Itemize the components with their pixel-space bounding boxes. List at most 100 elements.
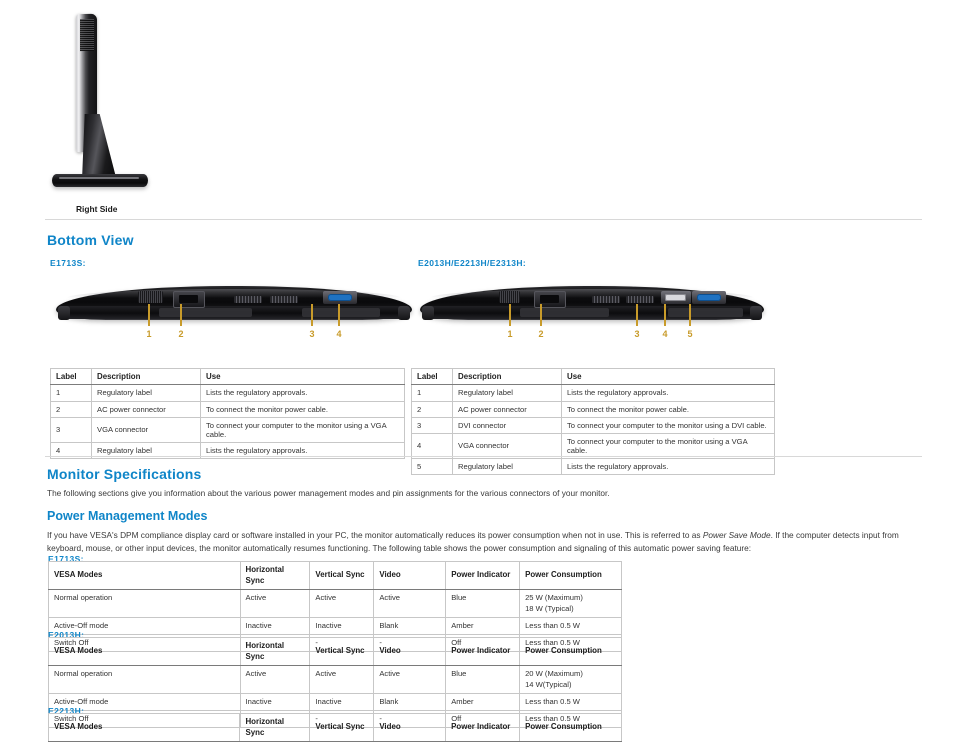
leader-line-4 [664,304,666,326]
table-cell: 2 [411,400,453,418]
callout-number-5: 5 [687,329,693,339]
table-row: Normal operation Active Active Active Blue 25… [48,589,622,618]
table-cell: Active [309,589,375,618]
table-cell: To connect the monitor power cable. [200,400,405,418]
table-cell: Active [309,665,375,694]
table-cell: VGA connector [452,432,562,460]
callout-number-4: 4 [662,329,668,339]
power-management-modes-heading: Power Management Modes [47,509,208,523]
vent-grille [137,291,163,303]
regulatory-label-area-4 [301,308,380,317]
table-row: 4 VGA connector To connect your computer t… [411,432,775,460]
leader-line-5 [689,304,691,326]
callout-number-2: 2 [538,329,544,339]
connector-strip-a [592,296,620,303]
table-cell: Regulatory label [452,384,562,402]
table-row: Normal operation Active Active Active Blue 20… [48,665,622,694]
table-row: 2 AC power connector To connect the monito… [411,400,775,418]
leader-line-1 [509,304,511,326]
table-row: 1 Regulatory label Lists the regulatory ap… [411,384,775,402]
table-cell: To connect your computer to the monitor … [200,416,405,443]
ac-power-connector [173,291,206,308]
table-row: 1 Regulatory label Lists the regulatory ap… [50,384,405,402]
column-header-use: Use [561,367,775,386]
column-header-power-indicator: Power Indicator [445,636,521,667]
monitor-vents [80,18,94,52]
dvi-connector [660,291,691,304]
monitor-bottom-image-e1713s [56,286,412,328]
power-management-intro: If you have VESA's DPM compliance displa… [47,529,927,555]
table-cell: 2 [50,400,92,418]
section-divider-top [45,219,922,220]
column-header-video: Video [373,636,447,667]
column-header-horizontal-sync: Horizontal Sync [239,560,311,591]
table-cell: DVI connector [452,416,562,434]
table-cell: Normal operation [48,665,241,694]
leader-line-3 [636,304,638,326]
table-cell: Less than 0.5 W [519,616,622,636]
leader-line-2 [180,304,182,326]
table-row: 3 DVI connector To connect your computer t… [411,416,775,434]
monitor-stand-neck [82,114,116,180]
section-divider-specs [45,456,922,457]
table-cell: Lists the regulatory approvals. [561,458,775,476]
table-header-row: VESA Modes Horizontal Sync Vertical Sync Vi… [48,560,622,591]
right-side-view-block: Right Side [0,0,954,222]
power-intro-part-1: If you have VESA's DPM compliance displa… [47,530,703,540]
bottom-view-heading: Bottom View [47,232,134,248]
table-cell: Lists the regulatory approvals. [200,384,405,402]
table-cell: Amber [445,692,521,712]
table-cell: 1 [50,384,92,402]
table-cell: Active [239,665,311,694]
callout-number-4: 4 [336,329,342,339]
table-cell: 4 [411,432,453,460]
table-cell: Blue [445,665,521,694]
column-header-vesa-modes: VESA Modes [48,560,241,591]
table-cell: AC power connector [452,400,562,418]
right-side-caption: Right Side [76,204,118,214]
table-cell: 3 [50,416,92,443]
callout-number-2: 2 [178,329,184,339]
vga-connector [691,291,726,304]
table-cell: To connect your computer to the monitor … [561,432,775,460]
monitor-specifications-heading: Monitor Specifications [47,466,202,482]
callout-number-1: 1 [146,329,152,339]
connector-table-e1713s: Label Description Use 1 Regulatory label Lis… [50,367,405,460]
leader-line-1 [148,304,150,326]
table-cell: Regulatory label [452,458,562,476]
monitor-lip-left-cap [57,306,71,320]
table-cell: Blank [373,616,447,636]
regulatory-label-area-5 [667,308,744,317]
table-cell: 20 W (Maximum) 14 W(Typical) [519,665,622,694]
model-label-e2013h-group: E2013H/E2213H/E2313H: [418,258,527,268]
table-cell: Inactive [239,616,311,636]
vent-grille [499,291,520,303]
table-cell: Regulatory label [91,384,201,402]
table-cell: Inactive [239,692,311,712]
power-save-mode-term: Power Save Mode [702,530,771,540]
table-cell: To connect the monitor power cable. [561,400,775,418]
column-header-video: Video [373,560,447,591]
column-header-description: Description [452,367,562,386]
leader-line-4 [338,304,340,326]
monitor-specifications-intro: The following sections give you informat… [47,488,610,498]
column-header-use: Use [200,367,405,386]
model-label-e1713s: E1713S: [50,258,86,268]
table-row: 3 VGA connector To connect your computer t… [50,416,405,443]
column-header-vertical-sync: Vertical Sync [309,560,375,591]
table-cell: Blue [445,589,521,618]
table-row: Active-Off mode Inactive Inactive Blank Ambe… [48,692,622,712]
leader-line-3 [311,304,313,326]
regulatory-label-area-1 [519,308,610,317]
table-header-row: VESA Modes Horizontal Sync Vertical Sync Vi… [48,636,622,667]
table-cell: Active [373,665,447,694]
table-cell: Inactive [309,692,375,712]
table-cell: Normal operation [48,589,241,618]
monitor-right-side-image [52,13,162,194]
table-cell: Amber [445,616,521,636]
table-cell: Active [239,589,311,618]
callout-number-1: 1 [507,329,513,339]
table-cell: Active [373,589,447,618]
ac-power-connector [533,291,566,308]
monitor-lip-left-cap [421,306,434,320]
